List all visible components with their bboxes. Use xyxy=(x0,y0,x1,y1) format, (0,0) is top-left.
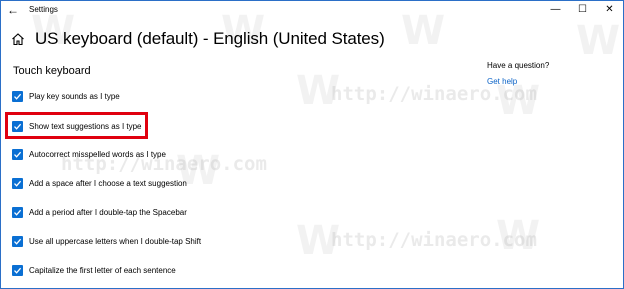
arrow-left-icon: ← xyxy=(7,2,19,17)
app-title: Settings xyxy=(29,5,58,14)
option-add-period[interactable]: Add a period after I double-tap the Spac… xyxy=(12,205,187,219)
option-autocorrect[interactable]: Autocorrect misspelled words as I type xyxy=(12,147,166,161)
checkmark-icon xyxy=(14,93,22,100)
window-controls: — ☐ ✕ xyxy=(542,1,623,18)
option-label: Add a space after I choose a text sugges… xyxy=(29,178,187,188)
checkmark-icon xyxy=(14,209,22,216)
checkbox[interactable] xyxy=(12,206,23,218)
page-header: US keyboard (default) - English (United … xyxy=(11,29,385,49)
get-help-link[interactable]: Get help xyxy=(487,77,549,86)
highlight-annotation xyxy=(5,112,148,139)
checkbox[interactable] xyxy=(12,177,23,189)
option-capitalize[interactable]: Capitalize the first letter of each sent… xyxy=(12,263,176,277)
watermark-text: http://winaero.com xyxy=(331,229,537,251)
section-title: Touch keyboard xyxy=(13,65,91,77)
title-bar: ← Settings — ☐ ✕ xyxy=(1,1,623,18)
option-label: Add a period after I double-tap the Spac… xyxy=(29,207,187,217)
watermark-logo: W xyxy=(576,18,621,64)
watermark-text: http://winaero.com xyxy=(331,83,537,105)
option-label: Autocorrect misspelled words as I type xyxy=(29,149,166,159)
checkmark-icon xyxy=(14,151,22,158)
maximize-button[interactable]: ☐ xyxy=(569,1,596,18)
help-panel: Have a question? Get help xyxy=(487,61,549,86)
checkmark-icon xyxy=(14,267,22,274)
help-question: Have a question? xyxy=(487,61,550,70)
checkbox[interactable] xyxy=(12,148,23,160)
close-button[interactable]: ✕ xyxy=(596,1,623,18)
checkbox[interactable] xyxy=(12,264,23,276)
settings-window: W W W W W W W W W http://winaero.com htt… xyxy=(0,0,624,289)
home-icon[interactable] xyxy=(11,32,25,46)
option-add-space[interactable]: Add a space after I choose a text sugges… xyxy=(12,176,187,190)
option-label: Play key sounds as I type xyxy=(29,91,120,101)
back-button[interactable]: ← xyxy=(1,1,25,18)
checkbox[interactable] xyxy=(12,90,23,102)
minimize-button[interactable]: — xyxy=(542,1,569,18)
page-title: US keyboard (default) - English (United … xyxy=(35,29,385,48)
checkbox[interactable] xyxy=(12,235,23,247)
checkmark-icon xyxy=(14,180,22,187)
option-label: Capitalize the first letter of each sent… xyxy=(29,265,176,275)
maximize-icon: ☐ xyxy=(578,4,587,15)
close-icon: ✕ xyxy=(605,4,614,15)
option-uppercase-shift[interactable]: Use all uppercase letters when I double-… xyxy=(12,234,201,248)
option-label: Use all uppercase letters when I double-… xyxy=(29,236,202,246)
option-play-key-sounds[interactable]: Play key sounds as I type xyxy=(12,89,120,103)
checkmark-icon xyxy=(14,238,22,245)
minimize-icon: — xyxy=(550,4,561,15)
